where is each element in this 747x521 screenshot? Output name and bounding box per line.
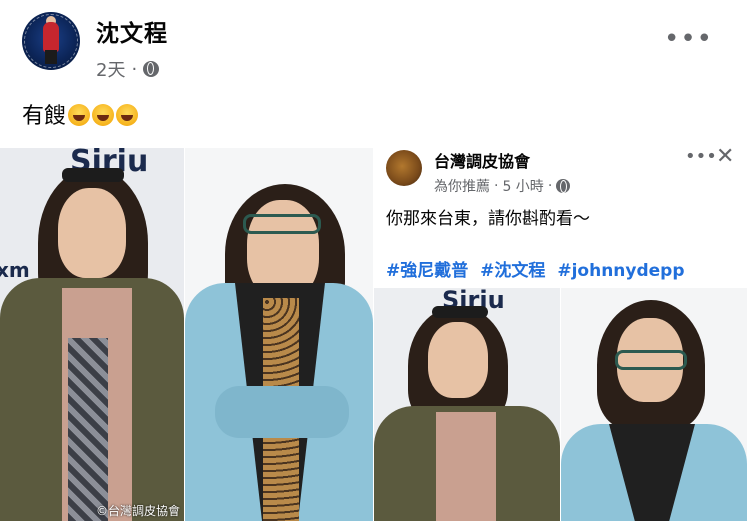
- sunglasses: [432, 306, 488, 318]
- avatar-figure-legs: [45, 50, 57, 64]
- card-text: 你那來台東，請你斟酌看～: [386, 209, 590, 229]
- card-separator: ·: [547, 178, 553, 194]
- green-glasses: [615, 350, 687, 370]
- rofl-emoji-icon: [68, 104, 91, 126]
- meta-separator: ·: [131, 58, 138, 80]
- globe-icon: [556, 179, 571, 193]
- post-text-content: 有餿: [22, 104, 67, 129]
- photo-shen-wen-cheng[interactable]: [185, 148, 373, 521]
- crossed-arms: [215, 386, 349, 438]
- post-text: 有餿: [22, 98, 139, 130]
- card-meta: 為你推薦 · 5 小時 ·: [434, 176, 571, 196]
- post-author-name[interactable]: 沈文程: [96, 14, 168, 48]
- card-time[interactable]: 5 小時: [502, 176, 543, 196]
- face: [428, 322, 488, 398]
- post-media[interactable]: Siriu xm ©台灣調皮協會 台灣調皮協會 為你推薦 · 5 小時 · ••…: [0, 144, 747, 521]
- shared-post-card[interactable]: 台灣調皮協會 為你推薦 · 5 小時 · ••• ✕ 你那來台東，請你斟酌看～ …: [374, 144, 747, 521]
- hashtag-link[interactable]: #強尼戴普: [386, 261, 468, 281]
- card-photos[interactable]: Siriu: [374, 288, 747, 521]
- card-avatar[interactable]: [386, 150, 422, 186]
- post-time[interactable]: 2天: [96, 56, 125, 82]
- face: [58, 188, 126, 278]
- card-author-name[interactable]: 台灣調皮協會: [434, 148, 530, 172]
- hashtag-link[interactable]: #johnnydepp: [557, 261, 684, 281]
- card-separator: ·: [494, 178, 499, 194]
- card-photo-johnny-depp[interactable]: Siriu: [374, 288, 560, 521]
- green-glasses: [243, 214, 321, 234]
- plaid-shirt: [68, 338, 108, 521]
- card-recommended: 為你推薦: [434, 179, 490, 195]
- rofl-emoji-icon: [116, 104, 139, 126]
- more-options-button[interactable]: •••: [664, 24, 713, 54]
- hashtag-link[interactable]: #沈文程: [480, 261, 545, 281]
- avatar-figure-body: [43, 22, 59, 52]
- card-photo-shen-wen-cheng[interactable]: [561, 288, 747, 521]
- sirius-logo-fragment: xm: [0, 258, 30, 282]
- card-close-button[interactable]: ✕: [716, 144, 734, 169]
- photo-johnny-depp[interactable]: Siriu xm ©台灣調皮協會: [0, 148, 184, 521]
- post-meta: 2天 ·: [96, 56, 160, 82]
- rofl-emoji-icon: [92, 104, 115, 126]
- watermark: ©台灣調皮協會: [95, 504, 180, 518]
- globe-icon: [143, 61, 160, 77]
- card-more-button[interactable]: •••: [685, 146, 717, 167]
- scarf: [436, 412, 496, 521]
- sunglasses: [62, 168, 124, 182]
- post-avatar[interactable]: [22, 12, 80, 70]
- card-hashtags: #強尼戴普 #沈文程 #johnnydepp: [386, 256, 691, 281]
